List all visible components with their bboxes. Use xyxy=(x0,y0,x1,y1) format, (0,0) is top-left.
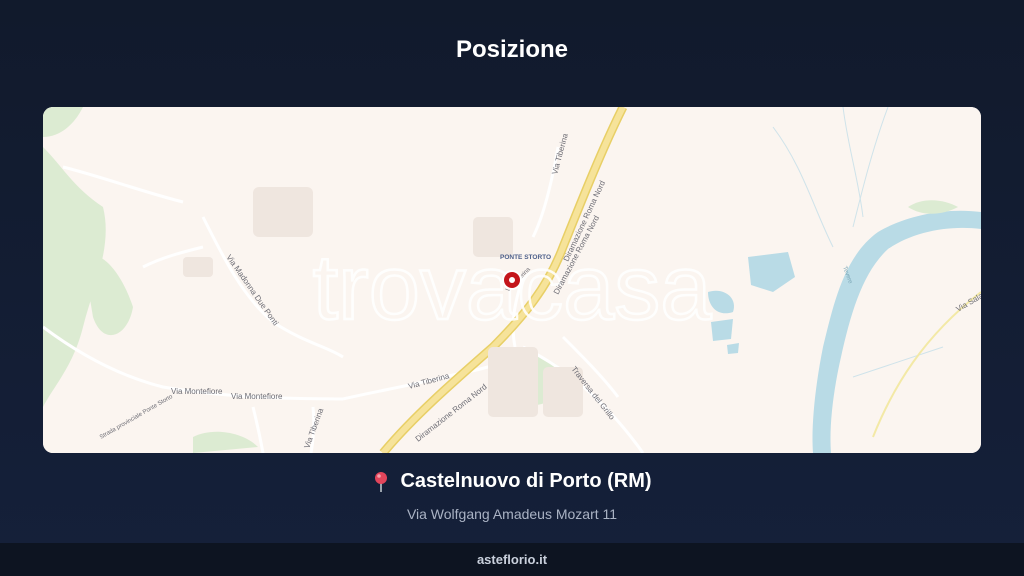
location-marker[interactable] xyxy=(502,270,522,290)
page-title: Posizione xyxy=(455,36,569,63)
location-info: Castelnuovo di Porto (RM) Via Wolfgang A… xyxy=(0,470,1024,522)
footer-site[interactable]: asteflorio.it xyxy=(477,552,547,567)
location-city: Castelnuovo di Porto (RM) xyxy=(400,470,652,492)
label-ponte-storto: PONTE STORTO xyxy=(500,254,551,261)
map-view[interactable]: trovacasa Via Tiberina Diramazione Roma … xyxy=(43,107,981,453)
label-via-montefiore-a: Via Montefiore xyxy=(171,387,223,396)
pushpin-icon xyxy=(375,471,388,492)
location-city-line: Castelnuovo di Porto (RM) xyxy=(372,470,652,493)
location-address: Via Wolfgang Amadeus Mozart 11 xyxy=(406,505,618,522)
label-via-montefiore-b: Via Montefiore xyxy=(231,392,283,401)
footer: asteflorio.it xyxy=(0,543,1024,576)
page: Posizione Via Tiberina Diramazione Roma … xyxy=(0,0,1024,576)
